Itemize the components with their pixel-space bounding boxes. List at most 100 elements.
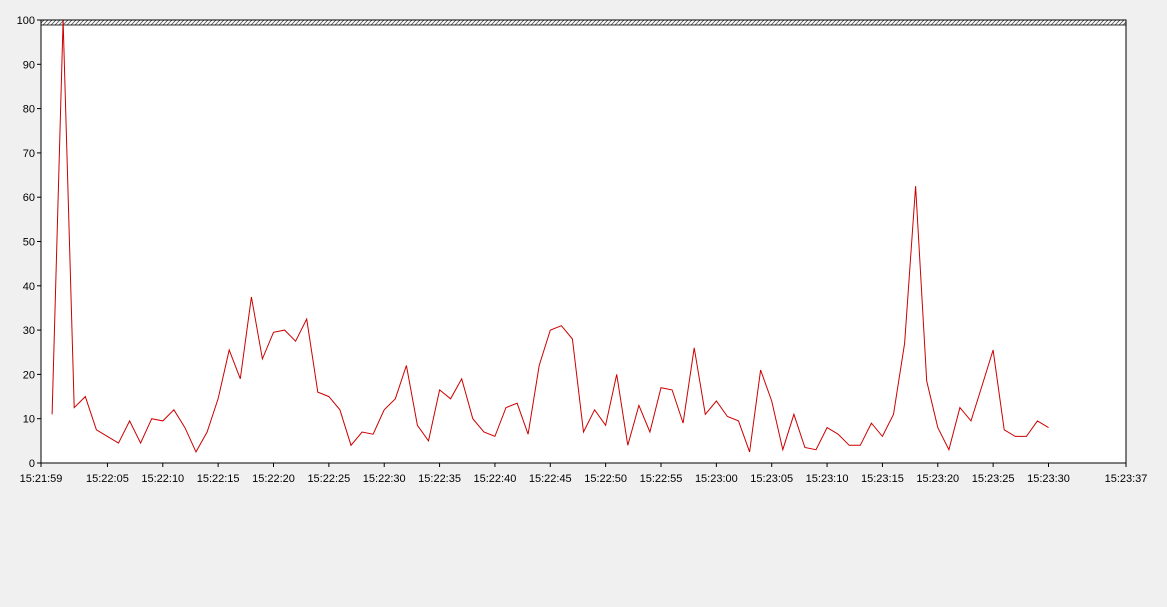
data-point <box>970 420 971 421</box>
x-tick-label: 15:22:05 <box>86 473 129 485</box>
data-point <box>140 442 141 443</box>
x-tick-label: 15:22:30 <box>363 473 406 485</box>
data-point <box>96 429 97 430</box>
data-point <box>516 403 517 404</box>
data-point <box>118 442 119 443</box>
data-point <box>959 407 960 408</box>
data-point <box>184 427 185 428</box>
data-point <box>273 332 274 333</box>
data-point <box>1048 427 1049 428</box>
x-tick-label: 15:23:20 <box>916 473 959 485</box>
x-tick-label: 15:22:40 <box>474 473 517 485</box>
data-point <box>782 449 783 450</box>
data-point <box>627 445 628 446</box>
data-point <box>240 378 241 379</box>
data-point <box>328 396 329 397</box>
y-tick-label: 40 <box>23 281 35 293</box>
y-tick-label: 0 <box>29 458 35 470</box>
x-tick-label: 15:23:00 <box>695 473 738 485</box>
data-point <box>284 330 285 331</box>
data-point <box>1004 429 1005 430</box>
y-tick-label: 60 <box>23 192 35 204</box>
data-point <box>683 423 684 424</box>
data-point <box>649 431 650 432</box>
data-point <box>162 420 163 421</box>
data-point <box>838 434 839 435</box>
data-point <box>1015 436 1016 437</box>
data-point <box>74 407 75 408</box>
data-point <box>373 434 374 435</box>
data-point <box>694 347 695 348</box>
data-point <box>981 385 982 386</box>
data-point <box>671 389 672 390</box>
data-point <box>1037 420 1038 421</box>
x-tick-label: 15:23:37 <box>1105 473 1148 485</box>
data-point <box>450 398 451 399</box>
x-tick-label: 15:21:59 <box>20 473 63 485</box>
data-point <box>638 405 639 406</box>
data-point <box>107 436 108 437</box>
data-point <box>251 296 252 297</box>
data-point <box>760 369 761 370</box>
data-point <box>461 378 462 379</box>
x-tick-label: 15:22:25 <box>307 473 350 485</box>
cpu-usage-chart: 15:21:59 15:22:05 15:22:10 15:22:15 15:22:20… <box>0 0 1167 602</box>
data-point <box>51 414 52 415</box>
data-point <box>594 409 595 410</box>
x-tick-label: 15:22:50 <box>584 473 627 485</box>
data-point <box>494 436 495 437</box>
data-point <box>793 414 794 415</box>
data-point <box>937 427 938 428</box>
data-point <box>561 325 562 326</box>
y-tick-label: 70 <box>23 148 35 160</box>
data-point <box>151 418 152 419</box>
x-tick-label: 15:22:20 <box>252 473 295 485</box>
data-point <box>262 358 263 359</box>
data-point <box>572 338 573 339</box>
data-point <box>716 400 717 401</box>
data-point <box>317 392 318 393</box>
x-tick-label: 15:23:25 <box>972 473 1015 485</box>
data-point <box>993 349 994 350</box>
data-point <box>871 423 872 424</box>
data-point <box>384 409 385 410</box>
y-tick-label: 80 <box>23 104 35 116</box>
data-point <box>915 186 916 187</box>
x-axis-ticks: 15:21:59 15:22:05 15:22:10 15:22:15 15:22:20… <box>20 463 1148 485</box>
data-point <box>616 374 617 375</box>
x-tick-label: 15:23:05 <box>750 473 793 485</box>
max-value-hatch-band <box>40 19 1127 26</box>
data-point <box>206 431 207 432</box>
x-tick-label: 15:22:10 <box>141 473 184 485</box>
data-point <box>428 440 429 441</box>
data-point <box>948 449 949 450</box>
data-point <box>539 365 540 366</box>
data-point <box>771 400 772 401</box>
y-tick-label: 10 <box>23 414 35 426</box>
y-tick-label: 100 <box>17 15 35 27</box>
data-point <box>85 396 86 397</box>
data-point <box>727 416 728 417</box>
data-point <box>583 431 584 432</box>
y-axis-ticks: 0 10 20 30 40 50 60 70 80 90 100 <box>17 15 41 470</box>
y-tick-label: 90 <box>23 59 35 71</box>
x-tick-label: 15:22:45 <box>529 473 572 485</box>
data-point <box>129 420 130 421</box>
data-point <box>350 445 351 446</box>
data-point <box>339 409 340 410</box>
plot-area-background <box>41 20 1126 463</box>
data-point <box>904 343 905 344</box>
data-point <box>417 425 418 426</box>
y-tick-label: 20 <box>23 369 35 381</box>
data-point <box>749 451 750 452</box>
data-point <box>195 451 196 452</box>
data-point <box>295 341 296 342</box>
x-tick-label: 15:23:30 <box>1027 473 1070 485</box>
data-point <box>229 349 230 350</box>
data-point <box>218 398 219 399</box>
data-point <box>395 398 396 399</box>
data-point <box>483 431 484 432</box>
x-tick-label: 15:22:55 <box>640 473 683 485</box>
data-point <box>605 425 606 426</box>
x-tick-label: 15:22:35 <box>418 473 461 485</box>
